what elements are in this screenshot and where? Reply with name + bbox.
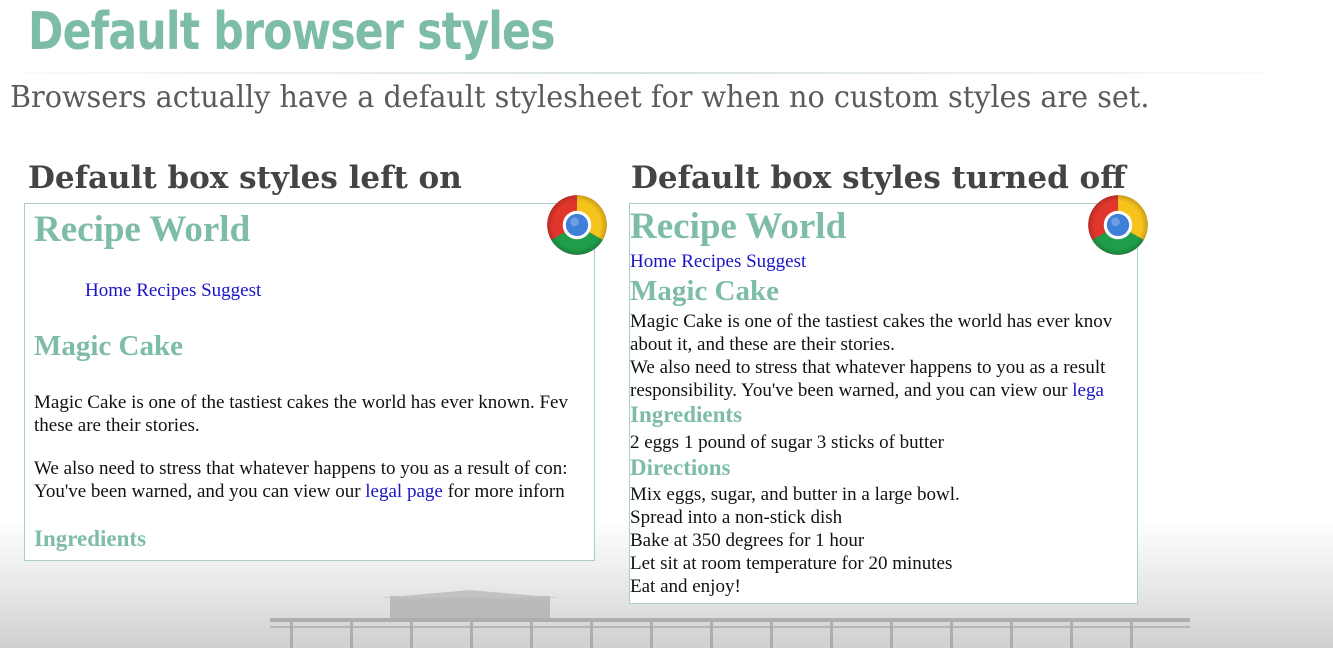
paragraph-line: Magic Cake is one of the tastiest cakes … <box>34 392 568 413</box>
intro-paragraph: Magic Cake is one of the tastiest cakes … <box>34 391 568 437</box>
paragraph-text: responsibility. You've been warned, and … <box>630 380 1073 401</box>
ingredients-list: 2 eggs 1 pound of sugar 3 sticks of butt… <box>630 432 944 453</box>
left-panel-heading: Default box styles left on <box>28 160 462 196</box>
legal-page-link[interactable]: legal page <box>365 481 443 502</box>
paragraph-line: about it, and these are their stories. <box>630 334 895 355</box>
intro-paragraph: Magic Cake is one of the tastiest cakes … <box>630 310 1112 356</box>
legal-page-link[interactable]: lega <box>1072 380 1104 401</box>
slide-subtitle: Browsers actually have a default stylesh… <box>10 80 1150 115</box>
direction-step: Bake at 350 degrees for 1 hour <box>630 530 865 551</box>
direction-step: Let sit at room temperature for 20 minut… <box>630 553 953 574</box>
paragraph-line: You've been warned, and you can view our… <box>34 480 567 503</box>
chrome-icon <box>1088 195 1148 255</box>
paragraph-line: Magic Cake is one of the tastiest cakes … <box>630 311 1113 332</box>
nav-link-suggest[interactable]: Suggest <box>746 251 806 272</box>
nav-link-suggest[interactable]: Suggest <box>201 280 261 301</box>
right-panel-heading: Default box styles turned off <box>631 160 1126 196</box>
paragraph-line: We also need to stress that whatever hap… <box>630 357 1106 378</box>
warning-paragraph: We also need to stress that whatever hap… <box>34 457 567 503</box>
left-browser-preview: Recipe World Home Recipes Suggest Magic … <box>24 203 595 561</box>
paragraph-line: responsibility. You've been warned, and … <box>630 379 1105 402</box>
directions-list: Mix eggs, sugar, and butter in a large b… <box>630 483 960 598</box>
nav-link-recipes[interactable]: Recipes <box>681 251 741 272</box>
recipe-title: Magic Cake <box>34 330 183 362</box>
warning-paragraph: We also need to stress that whatever hap… <box>630 356 1105 402</box>
nav-link-recipes[interactable]: Recipes <box>136 280 196 301</box>
paragraph-line: We also need to stress that whatever hap… <box>34 458 568 479</box>
ingredients-heading: Ingredients <box>630 402 743 427</box>
right-browser-preview: Recipe World Home Recipes Suggest Magic … <box>629 203 1138 604</box>
directions-heading: Directions <box>630 455 731 480</box>
nav-link-home[interactable]: Home <box>85 280 131 301</box>
direction-step: Spread into a non-stick dish <box>630 507 843 528</box>
site-nav: Home Recipes Suggest <box>630 251 806 273</box>
title-divider <box>24 72 1264 74</box>
chrome-icon <box>547 195 607 255</box>
slide-title: Default browser styles <box>28 2 556 62</box>
nav-link-home[interactable]: Home <box>630 251 676 272</box>
site-title: Recipe World <box>630 206 847 247</box>
recipe-title: Magic Cake <box>630 275 779 307</box>
paragraph-line: these are their stories. <box>34 415 200 436</box>
paragraph-text: You've been warned, and you can view our <box>34 481 366 502</box>
direction-step: Mix eggs, sugar, and butter in a large b… <box>630 484 960 505</box>
site-nav: Home Recipes Suggest <box>85 280 261 302</box>
direction-step: Eat and enjoy! <box>630 576 741 597</box>
ingredients-heading: Ingredients <box>34 526 147 551</box>
site-title: Recipe World <box>34 209 251 250</box>
paragraph-text: for more inforn <box>442 481 565 502</box>
